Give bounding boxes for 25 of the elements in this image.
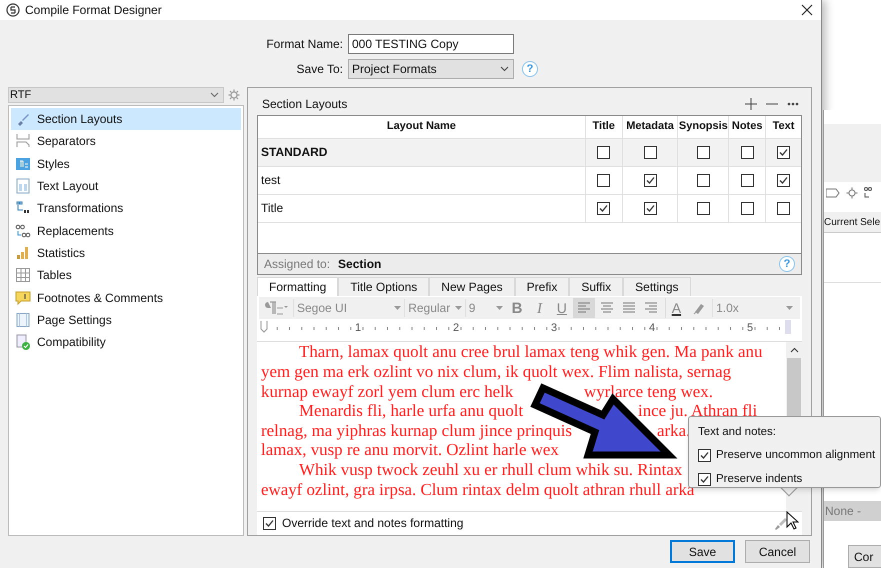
text-line: Whik vusp twock zeuhl xu er rhull clum whik su. Rintax: [299, 460, 682, 480]
text-line: relnag, ma yiphras kurnap clum jince prinquis: [261, 420, 572, 440]
field-label: Save To:: [296, 61, 344, 78]
checkbox-label: Preserve indents: [716, 472, 802, 486]
assigned-label: Assigned to:: [264, 256, 330, 273]
checkbox-label: Override text and notes formatting: [282, 515, 464, 532]
text-line: Menardis fli, harle urfa anu quolt: [299, 401, 524, 421]
text-line: lamax, vusp re anu morvit. Ozlint harle wex: [261, 440, 559, 460]
assigned-value: Section: [338, 256, 382, 273]
layout-name-cell-text: Title: [260, 200, 284, 218]
text-line: arka.: [657, 420, 690, 440]
text-line: ince ju. Athran fli: [638, 401, 758, 421]
field-label: Format Name:: [265, 36, 344, 53]
text-line: wyrlarce teng wex.: [584, 382, 713, 402]
column-header: Layout Name: [386, 119, 457, 134]
text-line: ewayf ozlint, gra irpsa. Clum rintax delm quolt athran rhull arka: [261, 480, 694, 500]
text-line: yem gen ma erk ozlint vo nix clum, ik quolt wex. Flim nalista, sernag: [261, 362, 732, 382]
popover-title: Text and notes:: [698, 425, 777, 440]
window-title: Compile Format Designer: [25, 2, 162, 19]
checkbox-label: Preserve uncommon alignment: [716, 448, 876, 464]
layout-name-cell-text: test: [260, 172, 282, 190]
layout-name-cell-text: STANDARD: [260, 144, 328, 162]
panel-title: Section Layouts: [262, 96, 348, 114]
text-line: Tharn, lamax quolt anu cree brul lamax teng whik gen. Ma pank anu: [299, 342, 762, 362]
text-line: kurnap ewayf zorl yem clum erc helk: [261, 382, 514, 402]
